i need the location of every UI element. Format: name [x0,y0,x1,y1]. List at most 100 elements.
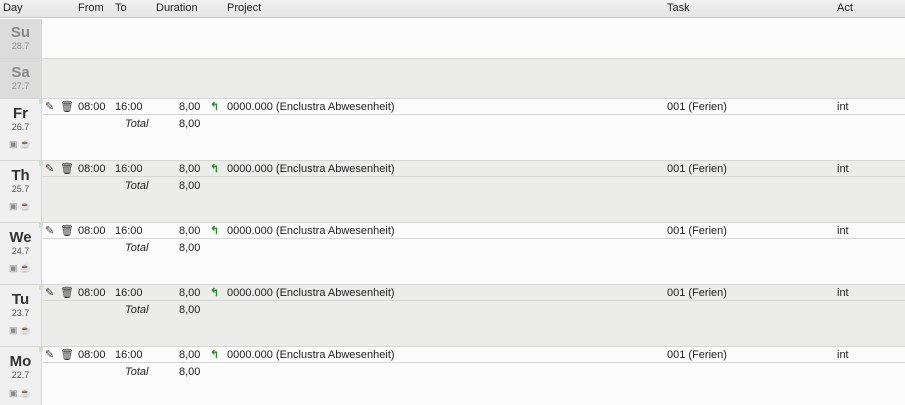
column-header-duration[interactable]: Duration [156,2,198,14]
column-header-task[interactable]: Task [667,2,690,14]
trash-icon[interactable]: 🗑 [60,100,74,114]
day-cell: Tu 23.7 ▣☕ [0,285,44,346]
entry-from: 08:00 [78,163,106,175]
day-name: We [9,229,32,246]
entry-act: int [837,349,849,361]
entry-act: int [837,101,849,113]
day-cell: Fr 26.7 ▣☕ [0,99,44,160]
entry-row[interactable]: ✎ 🗑 08:00 16:00 8,00 ↰ 0000.000 (Enclust… [43,161,905,177]
entry-task: 001 (Ferien) [667,225,727,237]
copy-icon[interactable]: ▣ [9,325,20,335]
day-date: 23.7 [11,308,30,318]
coffee-icon[interactable]: ☕ [20,139,33,149]
copy-icon[interactable]: ▣ [9,139,20,149]
arrow-icon[interactable]: ↰ [210,162,219,176]
trash-icon[interactable]: 🗑 [60,286,74,300]
entry-duration: 8,00 [179,287,201,299]
entry-duration: 8,00 [179,225,201,237]
total-label: Total [125,242,149,254]
entry-from: 08:00 [78,225,106,237]
total-value: 8,00 [179,366,201,378]
copy-icon[interactable]: ▣ [9,263,20,273]
pencil-icon[interactable]: ✎ [45,100,54,114]
day-row-saturday: Sa 27.7 [0,59,905,99]
total-label: Total [125,304,149,316]
entry-duration: 8,00 [179,349,201,361]
entry-project: 0000.000 (Enclustra Abwesenheit) [227,163,395,175]
total-value: 8,00 [179,118,201,130]
entry-row[interactable]: ✎ 🗑 08:00 16:00 8,00 ↰ 0000.000 (Enclust… [43,223,905,239]
total-label: Total [125,180,149,192]
entry-row[interactable]: ✎ 🗑 08:00 16:00 8,00 ↰ 0000.000 (Enclust… [43,285,905,301]
column-header-act[interactable]: Act [837,2,853,14]
table-header: Day From To Duration Project Task Act [0,0,905,18]
day-name: Tu [11,291,30,308]
entry-to: 16:00 [115,225,143,237]
total-value: 8,00 [179,180,201,192]
copy-icon[interactable]: ▣ [9,201,20,211]
entry-task: 001 (Ferien) [667,101,727,113]
entry-from: 08:00 [78,349,106,361]
trash-icon[interactable]: 🗑 [60,162,74,176]
day-date: 22.7 [11,370,30,380]
day-name: Su [10,24,31,41]
day-cell: Sa 27.7 [0,59,42,98]
day-cell: We 24.7 ▣☕ [0,223,44,284]
column-header-day[interactable]: Day [3,2,23,14]
entry-project: 0000.000 (Enclustra Abwesenheit) [227,349,395,361]
column-header-to[interactable]: To [115,2,127,14]
day-date: 27.7 [11,81,30,91]
entry-duration: 8,00 [179,163,201,175]
entry-to: 16:00 [115,163,143,175]
day-cell: Th 25.7 ▣☕ [0,161,44,222]
entry-to: 16:00 [115,287,143,299]
entry-task: 001 (Ferien) [667,287,727,299]
day-name: Mo [9,353,32,370]
pencil-icon[interactable]: ✎ [45,224,54,238]
day-row-sunday: Su 28.7 [0,19,905,59]
total-row: Total 8,00 [43,240,905,256]
pencil-icon[interactable]: ✎ [45,162,54,176]
trash-icon[interactable]: 🗑 [60,224,74,238]
day-row-friday: Fr 26.7 ▣☕ ✎ 🗑 08:00 16:00 8,00 ↰ 0000.0… [0,99,905,161]
entry-row[interactable]: ✎ 🗑 08:00 16:00 8,00 ↰ 0000.000 (Enclust… [43,347,905,363]
coffee-icon[interactable]: ☕ [20,325,33,335]
pencil-icon[interactable]: ✎ [45,348,54,362]
entry-act: int [837,287,849,299]
day-date: 25.7 [11,184,30,194]
entry-to: 16:00 [115,349,143,361]
total-row: Total 8,00 [43,116,905,132]
coffee-icon[interactable]: ☕ [20,263,33,273]
day-row-wednesday: We 24.7 ▣☕ ✎ 🗑 08:00 16:00 8,00 ↰ 0000.0… [0,223,905,285]
day-row-tuesday: Tu 23.7 ▣☕ ✎ 🗑 08:00 16:00 8,00 ↰ 0000.0… [0,285,905,347]
total-label: Total [125,118,149,130]
entry-task: 001 (Ferien) [667,163,727,175]
day-cell: Mo 22.7 ▣☕ [0,347,44,405]
arrow-icon[interactable]: ↰ [210,286,219,300]
entry-row[interactable]: ✎ 🗑 08:00 16:00 8,00 ↰ 0000.000 (Enclust… [43,99,905,115]
day-row-thursday: Th 25.7 ▣☕ ✎ 🗑 08:00 16:00 8,00 ↰ 0000.0… [0,161,905,223]
total-row: Total 8,00 [43,178,905,194]
total-label: Total [125,366,149,378]
entry-project: 0000.000 (Enclustra Abwesenheit) [227,101,395,113]
entry-project: 0000.000 (Enclustra Abwesenheit) [227,287,395,299]
total-row: Total 8,00 [43,364,905,380]
pencil-icon[interactable]: ✎ [45,286,54,300]
copy-icon[interactable]: ▣ [9,388,20,398]
day-cell: Su 28.7 [0,19,42,58]
trash-icon[interactable]: 🗑 [60,348,74,362]
column-header-from[interactable]: From [78,2,104,14]
arrow-icon[interactable]: ↰ [210,100,219,114]
total-value: 8,00 [179,242,201,254]
day-name: Th [11,167,30,184]
arrow-icon[interactable]: ↰ [210,224,219,238]
entry-from: 08:00 [78,287,106,299]
coffee-icon[interactable]: ☕ [20,388,33,398]
total-row: Total 8,00 [43,302,905,318]
entry-project: 0000.000 (Enclustra Abwesenheit) [227,225,395,237]
day-date: 24.7 [11,246,30,256]
column-header-project[interactable]: Project [227,2,261,14]
entry-from: 08:00 [78,101,106,113]
coffee-icon[interactable]: ☕ [20,201,33,211]
arrow-icon[interactable]: ↰ [210,348,219,362]
